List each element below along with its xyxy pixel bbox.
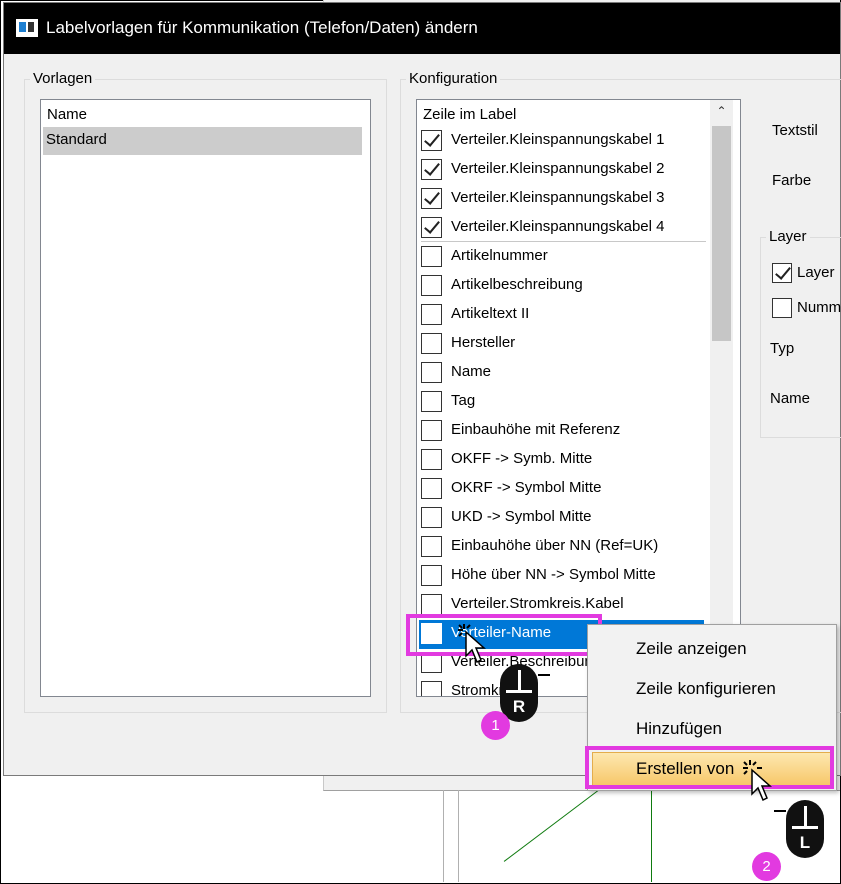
layer-checkbox[interactable]: Layer — [772, 262, 841, 286]
checkbox-icon[interactable] — [421, 362, 442, 383]
konfiguration-list[interactable]: Zeile im Label Verteiler.Kleinspannungsk… — [416, 99, 741, 697]
konfiguration-list-header[interactable]: Zeile im Label — [423, 106, 516, 123]
config-row[interactable]: OKFF -> Symb. Mitte — [421, 446, 706, 475]
mouse-right-icon: R — [500, 664, 538, 722]
mouse-tick — [774, 810, 786, 812]
checkbox-icon[interactable] — [421, 478, 442, 499]
config-row[interactable]: Verteiler.Kleinspannungskabel 3 — [421, 185, 706, 214]
konfiguration-group-label: Konfiguration — [406, 70, 501, 87]
config-row[interactable]: Artikelbeschreibung — [421, 272, 706, 301]
mouse-right-letter: R — [512, 697, 526, 716]
checkbox-icon[interactable] — [421, 565, 442, 586]
checkbox-icon[interactable] — [421, 246, 442, 267]
config-row[interactable]: Verteiler.Kleinspannungskabel 4 — [421, 214, 706, 243]
config-row-label: Verteiler.Kleinspannungskabel 1 — [451, 131, 665, 148]
mouse-left-icon: L — [786, 800, 824, 858]
mouse-split — [518, 670, 521, 690]
checkbox-icon[interactable] — [421, 420, 442, 441]
config-row-label: Höhe über NN -> Symbol Mitte — [451, 566, 656, 583]
app-icon — [16, 19, 38, 37]
mouse-hline — [792, 826, 818, 829]
layer-group-label: Layer — [766, 228, 810, 245]
checkbox-icon[interactable] — [421, 333, 442, 354]
config-row-label: Verteiler.Kleinspannungskabel 4 — [451, 218, 665, 235]
mouse-split — [804, 806, 807, 826]
config-row[interactable]: Tag — [421, 388, 706, 417]
vorlagen-group-label: Vorlagen — [30, 70, 96, 87]
step-badge-1: 1 — [481, 711, 510, 740]
config-row-label: OKRF -> Symbol Mitte — [451, 479, 602, 496]
checkbox-checked-icon[interactable] — [421, 188, 442, 209]
checkbox-icon[interactable] — [421, 391, 442, 412]
config-row[interactable]: Hersteller — [421, 330, 706, 359]
config-row-label: OKFF -> Symb. Mitte — [451, 450, 593, 467]
checkbox-icon[interactable] — [421, 507, 442, 528]
bg-drawing-line — [443, 790, 444, 882]
config-row[interactable]: Einbauhöhe über NN (Ref=UK) — [421, 533, 706, 562]
config-row[interactable]: Höhe über NN -> Symbol Mitte — [421, 562, 706, 591]
config-row-label: Einbauhöhe über NN (Ref=UK) — [451, 537, 659, 554]
config-row[interactable]: Verteiler.Kleinspannungskabel 1 — [421, 127, 706, 156]
config-row-label: Artikeltext II — [451, 305, 530, 322]
checkbox-icon[interactable] — [421, 536, 442, 557]
checkbox-icon[interactable] — [421, 304, 442, 325]
farbe-label: Farbe — [772, 172, 812, 189]
bg-drawing-line — [458, 790, 459, 882]
bg-drawing-line — [651, 790, 652, 882]
click-cursor-icon — [743, 760, 772, 802]
layer-checkbox-label: Layer — [797, 264, 835, 281]
textstil-label: Textstil — [772, 122, 818, 139]
vorlagen-list-header[interactable]: Name — [47, 106, 87, 123]
scroll-thumb[interactable] — [712, 126, 731, 341]
config-row[interactable]: Artikelnummer — [421, 243, 706, 272]
step-badge-2: 2 — [752, 852, 781, 881]
mouse-left-letter: L — [799, 833, 811, 852]
menu-item-hinzufuegen[interactable]: Hinzufügen — [636, 719, 722, 739]
config-row[interactable]: Einbauhöhe mit Referenz — [421, 417, 706, 446]
config-row-label: Hersteller — [451, 334, 516, 351]
config-row[interactable]: UKD -> Symbol Mitte — [421, 504, 706, 533]
nummer-checkbox-label: Numm — [797, 299, 841, 316]
click-cursor-icon — [458, 624, 486, 664]
checkbox-checked-icon[interactable] — [421, 217, 442, 238]
name-label: Name — [770, 390, 811, 407]
config-row-label: Artikelbeschreibung — [451, 276, 583, 293]
vorlagen-item-label: Standard — [46, 131, 107, 148]
title-bar[interactable]: Labelvorlagen für Kommunikation (Telefon… — [4, 3, 840, 54]
config-row-label: Verteiler.Kleinspannungskabel 2 — [451, 160, 665, 177]
config-row-label: Name — [451, 363, 492, 380]
checkbox-icon[interactable] — [421, 594, 442, 615]
checkbox-checked-icon[interactable] — [421, 130, 442, 151]
checkbox-checked-icon[interactable] — [772, 263, 792, 283]
config-row[interactable]: Verteiler.Kleinspannungskabel 2 — [421, 156, 706, 185]
checkbox-checked-icon[interactable] — [421, 159, 442, 180]
mouse-tick — [538, 674, 550, 676]
config-row-label: Tag — [451, 392, 476, 409]
vorlagen-list[interactable]: Name Standard — [40, 99, 371, 697]
checkbox-icon[interactable] — [421, 449, 442, 470]
typ-label: Typ — [770, 340, 795, 357]
config-row-label: Artikelnummer — [451, 247, 548, 264]
window-title: Labelvorlagen für Kommunikation (Telefon… — [46, 18, 478, 37]
menu-item-zeile-konfigurieren[interactable]: Zeile konfigurieren — [636, 679, 776, 699]
vorlagen-list-item[interactable]: Standard — [43, 127, 362, 155]
checkbox-icon[interactable] — [421, 275, 442, 296]
config-row-label: Verteiler.Stromkreis.Kabel — [451, 595, 624, 612]
nummer-checkbox[interactable]: Numm — [772, 297, 841, 321]
checkbox-icon[interactable] — [421, 681, 442, 696]
highlight-selected-row — [406, 614, 602, 656]
list-scrollbar[interactable]: ⌃ — [710, 100, 733, 696]
config-row-label: UKD -> Symbol Mitte — [451, 508, 592, 525]
scroll-up-icon[interactable]: ⌃ — [710, 100, 733, 123]
config-row[interactable]: Name — [421, 359, 706, 388]
config-row[interactable]: OKRF -> Symbol Mitte — [421, 475, 706, 504]
config-row-label: Einbauhöhe mit Referenz — [451, 421, 621, 438]
config-row-label: Verteiler.Kleinspannungskabel 3 — [451, 189, 665, 206]
config-row[interactable]: Artikeltext II — [421, 301, 706, 330]
mouse-hline — [506, 690, 532, 693]
menu-item-zeile-anzeigen[interactable]: Zeile anzeigen — [636, 639, 747, 659]
checkbox-icon[interactable] — [772, 298, 792, 318]
highlight-menu-item — [585, 746, 834, 789]
